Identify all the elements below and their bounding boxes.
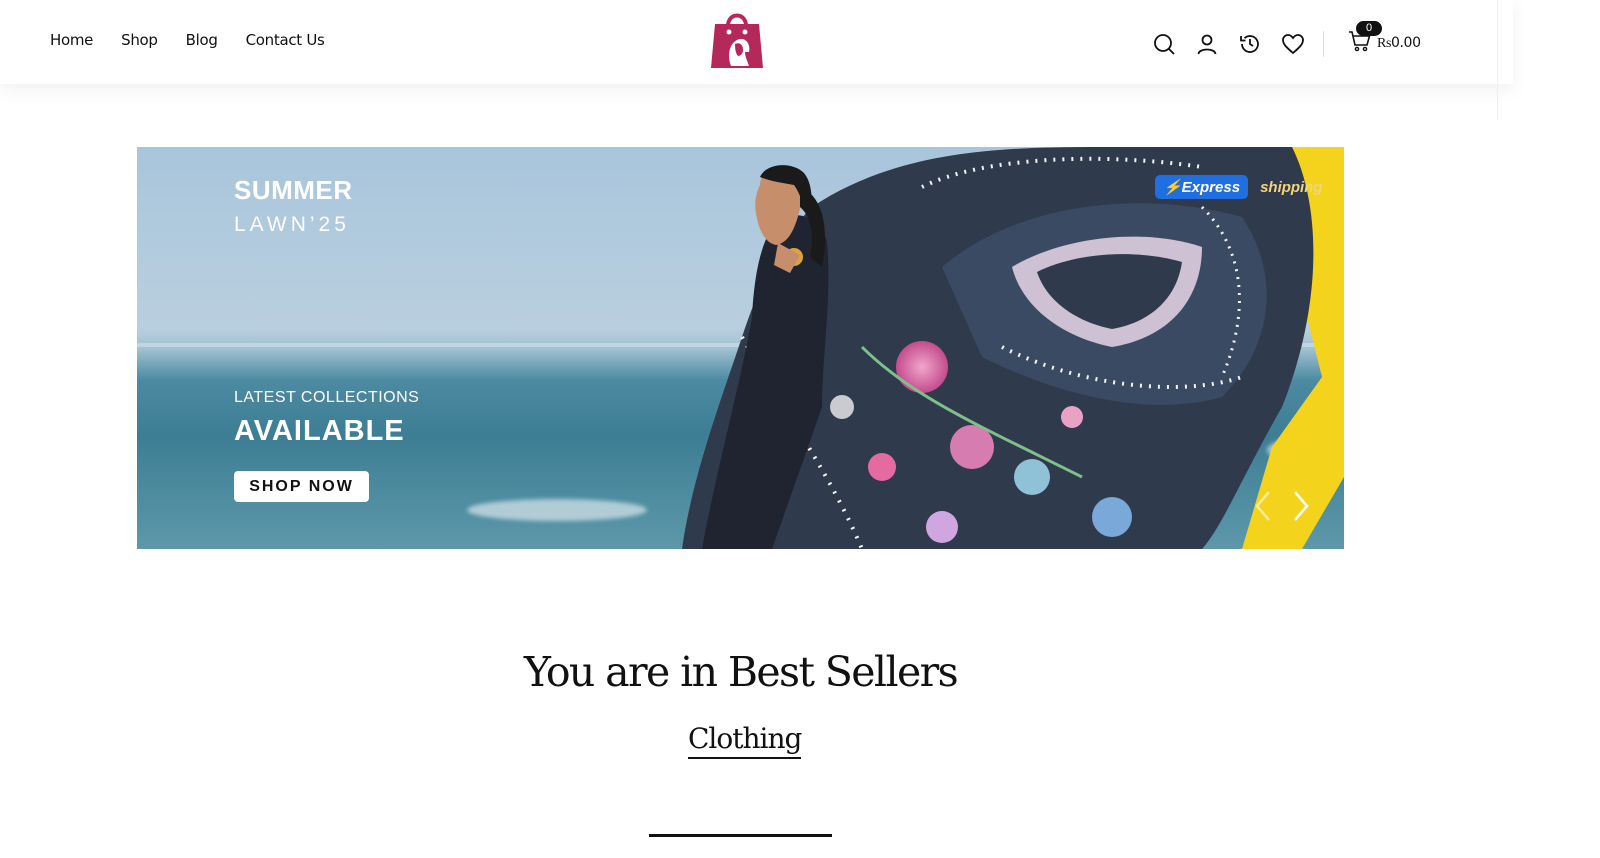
hero-title: SUMMER	[234, 175, 353, 205]
hero-banner[interactable]: SUMMER LAWN’25 LATEST COLLECTIONS AVAILA…	[137, 147, 1344, 549]
carousel-next-icon[interactable]	[1290, 489, 1312, 523]
cart-button[interactable]: 0 Rs0.00	[1348, 21, 1421, 58]
tab-clothing[interactable]: Clothing	[688, 722, 802, 759]
shop-now-button[interactable]: SHOP NOW	[234, 471, 369, 502]
user-icon[interactable]	[1193, 30, 1221, 58]
site-header: Home Shop Blog Contact Us 0 Rs0.00	[0, 0, 1513, 84]
page-edge-line	[1497, 0, 1498, 120]
express-shipping-badge: ⚡Express shipping	[1155, 175, 1323, 199]
express-pill: ⚡Express	[1155, 175, 1249, 199]
main-nav: Home Shop Blog Contact Us	[50, 31, 325, 49]
nav-blog[interactable]: Blog	[186, 31, 218, 49]
search-icon[interactable]	[1150, 30, 1178, 58]
nav-shop[interactable]: Shop	[121, 31, 158, 49]
model-with-scarf-image	[682, 147, 1344, 549]
hero-tagline: LATEST COLLECTIONS	[234, 389, 420, 406]
nav-contact-us[interactable]: Contact Us	[246, 31, 325, 49]
shipping-label: shipping	[1260, 178, 1323, 196]
shopping-bag-logo[interactable]	[709, 6, 765, 70]
cart-total: Rs0.00	[1377, 35, 1421, 52]
hero-headline: AVAILABLE	[234, 415, 405, 447]
loading-bar	[649, 834, 832, 837]
history-icon[interactable]	[1236, 30, 1264, 58]
hero-subtitle: LAWN’25	[234, 213, 350, 236]
section-title: You are in Best Sellers	[523, 648, 959, 696]
heart-icon[interactable]	[1279, 30, 1307, 58]
header-actions: 0 Rs0.00	[1150, 21, 1421, 58]
carousel-prev-icon[interactable]	[1252, 489, 1274, 523]
divider	[1323, 30, 1324, 57]
nav-home[interactable]: Home	[50, 31, 93, 49]
currency-symbol: Rs	[1377, 36, 1391, 51]
wave-foam	[467, 499, 647, 521]
cart-count-badge: 0	[1356, 21, 1382, 36]
cart-amount: 0.00	[1391, 35, 1421, 51]
